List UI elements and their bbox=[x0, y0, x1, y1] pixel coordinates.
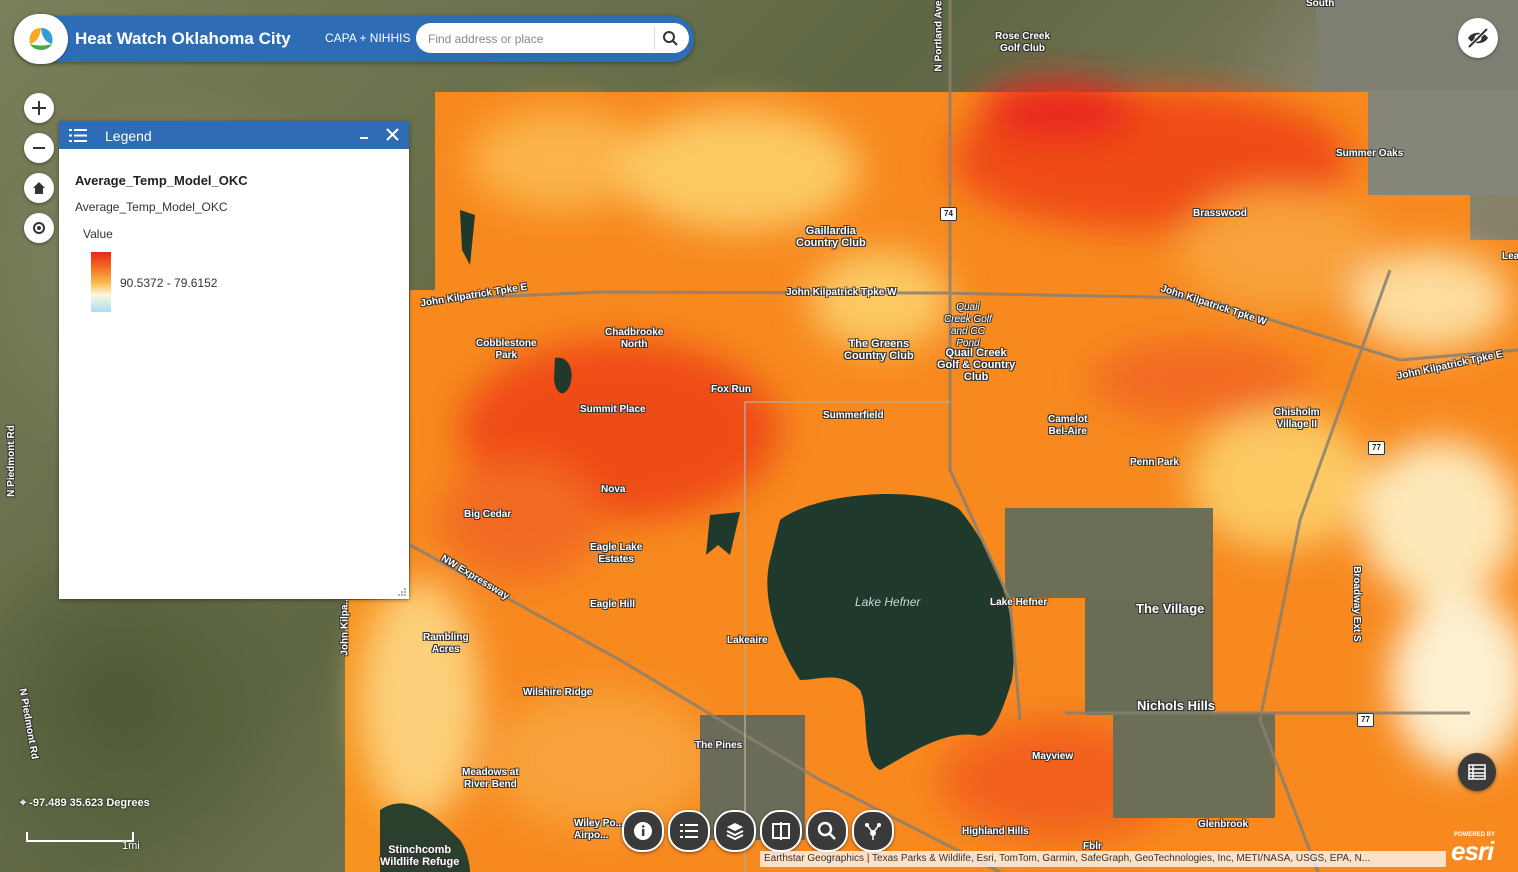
minus-icon bbox=[33, 147, 45, 149]
coordinate-text: -97.489 35.623 Degrees bbox=[29, 797, 150, 809]
road-label: Broadway Ext S bbox=[1350, 566, 1362, 642]
legend-layer-subtitle: Average_Temp_Model_OKC bbox=[75, 200, 228, 214]
map-label: Fox Run bbox=[711, 384, 751, 395]
map-label: Wiley Po... Airpo... bbox=[574, 818, 624, 841]
share-icon bbox=[865, 823, 881, 840]
info-icon bbox=[634, 822, 652, 840]
app-logo bbox=[14, 14, 68, 64]
legend-range-label: 90.5372 - 79.6152 bbox=[120, 276, 218, 290]
minimize-button[interactable] bbox=[357, 127, 373, 143]
search-input[interactable] bbox=[426, 29, 645, 49]
road-label: N Piedmont Rd bbox=[5, 425, 17, 497]
app-subtitle: CAPA + NIHHIS bbox=[325, 31, 411, 45]
road-label: John Kilpatrick Tpke W bbox=[786, 287, 897, 298]
swipe-button[interactable] bbox=[760, 810, 802, 852]
list-icon bbox=[69, 129, 87, 142]
map-label: Chadbrooke North bbox=[605, 327, 664, 350]
home-button[interactable] bbox=[24, 173, 54, 203]
map-label: Quail Creek Golf & Country Club bbox=[937, 347, 1016, 383]
locate-icon bbox=[33, 222, 45, 234]
details-button[interactable] bbox=[1458, 753, 1496, 791]
close-button[interactable] bbox=[385, 127, 401, 143]
app-title: Heat Watch Oklahoma City bbox=[75, 29, 291, 48]
legend-header: Legend bbox=[59, 121, 409, 149]
scale-bar bbox=[26, 832, 134, 842]
map-label: Cobblestone Park bbox=[476, 338, 537, 361]
home-icon bbox=[33, 182, 45, 194]
map-label: Rambling Acres bbox=[423, 632, 469, 655]
highway-shield: 77 bbox=[1368, 441, 1385, 455]
close-icon bbox=[386, 128, 399, 141]
plus-icon bbox=[32, 101, 46, 115]
map-label: Summer Oaks bbox=[1336, 148, 1404, 159]
map-label: Nova bbox=[601, 484, 626, 495]
search-tool-button[interactable] bbox=[806, 810, 848, 852]
coordinate-readout: ⌖ -97.489 35.623 Degrees bbox=[20, 797, 150, 810]
scale-label: 1mi bbox=[122, 840, 140, 852]
search-box bbox=[416, 23, 689, 53]
legend-button[interactable] bbox=[668, 810, 710, 852]
water-label: Lake Hefner bbox=[855, 595, 921, 609]
esri-logo[interactable]: POWERED BY esri bbox=[1448, 830, 1514, 866]
map-label: The Village bbox=[1136, 601, 1205, 616]
search-icon bbox=[817, 821, 836, 840]
esri-wordmark: esri bbox=[1451, 836, 1494, 866]
map-label: The Greens Country Club bbox=[844, 338, 914, 362]
map-label: South bbox=[1306, 0, 1335, 9]
legend-title: Legend bbox=[105, 128, 152, 144]
map-label: Brasswood bbox=[1193, 208, 1247, 219]
info-button[interactable] bbox=[622, 810, 664, 852]
map-label: Rose Creek Golf Club bbox=[995, 31, 1051, 54]
eye-off-icon bbox=[1467, 27, 1489, 49]
hide-overlay-button[interactable] bbox=[1458, 18, 1498, 58]
search-icon bbox=[663, 31, 678, 46]
map-label: Lake Hefner bbox=[990, 597, 1048, 608]
locate-button[interactable] bbox=[24, 213, 54, 243]
minimize-icon bbox=[360, 137, 368, 139]
color-ramp bbox=[91, 252, 111, 312]
highway-shield: 74 bbox=[940, 207, 957, 221]
map-label: Stinchcomb Wildlife Refuge bbox=[380, 844, 460, 868]
legend-panel: Legend Average_Temp_Model_OKC Average_Te… bbox=[59, 121, 409, 599]
legend-layer-title: Average_Temp_Model_OKC bbox=[75, 173, 248, 188]
map-label: Nichols Hills bbox=[1137, 698, 1216, 713]
road-label: John Kilpa... bbox=[339, 596, 351, 656]
map-label: Summit Place bbox=[580, 404, 646, 415]
map-label: Mayview bbox=[1032, 751, 1074, 762]
attribution[interactable]: Earthstar Geographics | Texas Parks & Wi… bbox=[760, 851, 1446, 867]
map-label: Eagle Hill bbox=[590, 599, 636, 610]
search-button[interactable] bbox=[654, 26, 685, 50]
map-label: Summerfield bbox=[823, 410, 884, 421]
bottom-toolbar bbox=[622, 810, 932, 854]
highway-shield: 77 bbox=[1357, 713, 1374, 727]
layers-button[interactable] bbox=[714, 810, 756, 852]
app-header: Heat Watch Oklahoma City CAPA + NIHHIS bbox=[14, 14, 694, 64]
legend-field-label: Value bbox=[83, 227, 113, 241]
layers-icon bbox=[726, 823, 744, 841]
map-label: Glenbrook bbox=[1198, 819, 1249, 830]
list-icon bbox=[680, 824, 698, 838]
zoom-in-button[interactable] bbox=[24, 93, 54, 123]
map-label: Meadows at River Bend bbox=[462, 767, 519, 790]
map-label: Wilshire Ridge bbox=[523, 687, 593, 698]
map-label: Gaillardia Country Club bbox=[796, 225, 866, 249]
share-button[interactable] bbox=[852, 810, 894, 852]
table-icon bbox=[1468, 764, 1486, 780]
map-label: Chisholm Village II bbox=[1274, 407, 1320, 430]
map-label: Quail Creek Golf and CC Pond bbox=[944, 302, 992, 349]
resize-handle-icon[interactable] bbox=[397, 587, 407, 597]
map-label: Camelot Bel-Aire bbox=[1048, 414, 1088, 437]
map-label: Lea bbox=[1502, 251, 1518, 262]
map-label: The Pines bbox=[695, 740, 743, 751]
map-label: Big Cedar bbox=[464, 509, 512, 520]
map-label: Eagle Lake Estates bbox=[590, 542, 643, 565]
map-label: Highland Hills bbox=[962, 826, 1029, 837]
swipe-icon bbox=[772, 822, 790, 840]
zoom-out-button[interactable] bbox=[24, 133, 54, 163]
map-label: Penn Park bbox=[1130, 457, 1179, 468]
map-label: Lakeaire bbox=[727, 635, 768, 646]
road-label: N Portland Ave bbox=[933, 0, 945, 72]
crosshair-icon: ⌖ bbox=[20, 797, 30, 809]
